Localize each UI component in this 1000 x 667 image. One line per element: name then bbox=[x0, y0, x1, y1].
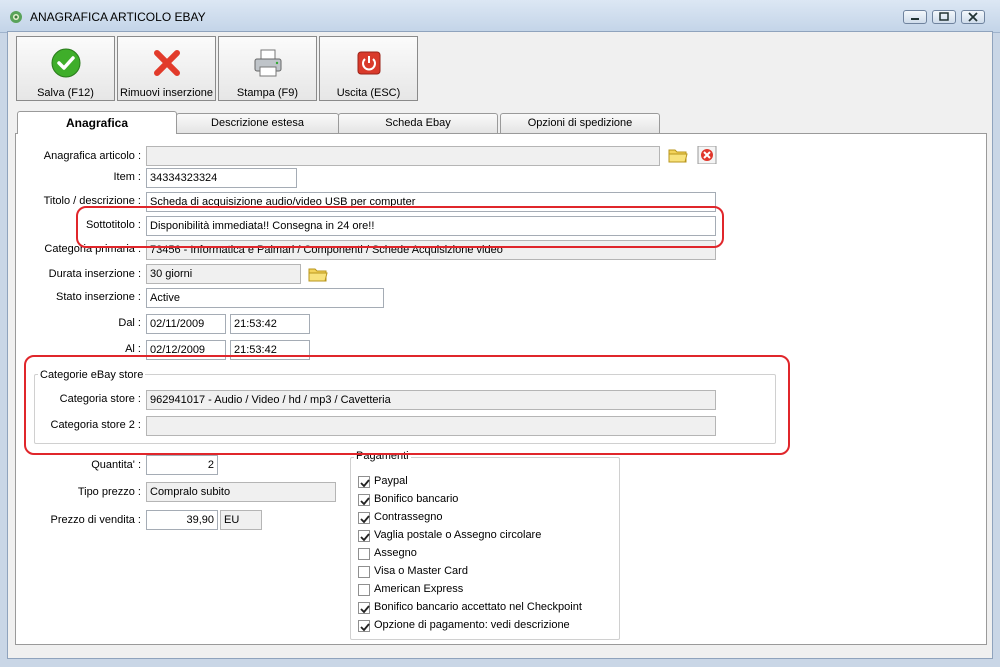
check-mark-icon bbox=[360, 623, 370, 632]
tab-scheda-ebay[interactable]: Scheda Ebay bbox=[338, 113, 498, 133]
highlight-ring-sottotitolo bbox=[76, 206, 724, 248]
payment-checkbox[interactable] bbox=[358, 476, 370, 488]
item-label: Item : bbox=[113, 171, 141, 183]
dal-date-field[interactable]: 02/11/2009 bbox=[146, 314, 226, 334]
valuta-field: EU bbox=[220, 510, 262, 530]
tab-descrizione-estesa[interactable]: Descrizione estesa bbox=[176, 113, 339, 133]
payment-option[interactable]: Contrassegno bbox=[358, 511, 613, 527]
maximize-button[interactable] bbox=[932, 10, 956, 24]
payment-option-label: Visa o Master Card bbox=[374, 565, 468, 577]
payment-checkbox[interactable] bbox=[358, 566, 370, 578]
folder-icon[interactable] bbox=[308, 265, 328, 283]
dal-time-field[interactable]: 21:53:42 bbox=[230, 314, 310, 334]
payment-checkbox[interactable] bbox=[358, 494, 370, 506]
payment-option[interactable]: American Express bbox=[358, 583, 613, 599]
prezzo-vendita-label: Prezzo di vendita : bbox=[50, 514, 142, 526]
payment-option-label: Paypal bbox=[374, 475, 408, 487]
item-field[interactable]: 34334323324 bbox=[146, 168, 297, 188]
maximize-icon bbox=[939, 12, 949, 21]
save-button[interactable]: Salva (F12) bbox=[16, 36, 115, 101]
payment-option[interactable]: Vaglia postale o Assegno circolare bbox=[358, 529, 613, 545]
folder-icon[interactable] bbox=[668, 146, 688, 164]
check-mark-icon bbox=[360, 479, 370, 488]
payment-option[interactable]: Opzione di pagamento: vedi descrizione bbox=[358, 619, 613, 635]
payment-option-label: Vaglia postale o Assegno circolare bbox=[374, 529, 542, 541]
quantita-label: Quantita' : bbox=[91, 459, 141, 471]
tab-anagrafica[interactable]: Anagrafica bbox=[17, 111, 177, 134]
close-button[interactable] bbox=[961, 10, 985, 24]
payment-option[interactable]: Bonifico bancario bbox=[358, 493, 613, 509]
printer-icon bbox=[254, 49, 282, 77]
payment-option[interactable]: Visa o Master Card bbox=[358, 565, 613, 581]
payment-checkbox[interactable] bbox=[358, 548, 370, 560]
check-icon bbox=[51, 48, 81, 78]
tipo-prezzo-label: Tipo prezzo : bbox=[77, 486, 141, 498]
payment-option-label: American Express bbox=[374, 583, 464, 595]
anagrafica-articolo-field[interactable] bbox=[146, 146, 660, 166]
payment-option-label: Assegno bbox=[374, 547, 417, 559]
anagrafica-articolo-label: Anagrafica articolo : bbox=[43, 150, 141, 162]
exit-button[interactable]: Uscita (ESC) bbox=[319, 36, 418, 101]
payment-option-label: Bonifico bancario bbox=[374, 493, 459, 505]
stato-inserzione-label: Stato inserzione : bbox=[56, 291, 141, 303]
remove-x-icon bbox=[154, 50, 180, 76]
payment-checkbox[interactable] bbox=[358, 512, 370, 524]
power-exit-icon bbox=[357, 51, 381, 75]
clear-icon[interactable] bbox=[697, 146, 717, 164]
save-button-label: Salva (F12) bbox=[37, 87, 94, 99]
check-mark-icon bbox=[360, 533, 370, 542]
payment-option-label: Opzione di pagamento: vedi descrizione bbox=[374, 619, 570, 631]
payment-option[interactable]: Bonifico bancario accettato nel Checkpoi… bbox=[358, 601, 613, 617]
prezzo-vendita-field[interactable]: 39,90 bbox=[146, 510, 218, 530]
title-bar: ANAGRAFICA ARTICOLO EBAY bbox=[0, 0, 1000, 33]
quantita-field[interactable]: 2 bbox=[146, 455, 218, 475]
remove-listing-button[interactable]: Rimuovi inserzione bbox=[117, 36, 216, 101]
durata-inserzione-label: Durata inserzione : bbox=[48, 268, 141, 280]
stato-inserzione-field[interactable]: Active bbox=[146, 288, 384, 308]
payment-option-label: Bonifico bancario accettato nel Checkpoi… bbox=[374, 601, 582, 613]
exit-button-label: Uscita (ESC) bbox=[336, 87, 401, 99]
payment-checkbox[interactable] bbox=[358, 602, 370, 614]
minimize-icon bbox=[911, 18, 919, 20]
payment-checkbox[interactable] bbox=[358, 584, 370, 596]
al-label: Al : bbox=[125, 343, 141, 355]
payment-option[interactable]: Paypal bbox=[358, 475, 613, 491]
payment-checkbox[interactable] bbox=[358, 620, 370, 632]
dal-label: Dal : bbox=[118, 317, 141, 329]
payment-option[interactable]: Assegno bbox=[358, 547, 613, 563]
check-mark-icon bbox=[360, 605, 370, 614]
print-button[interactable]: Stampa (F9) bbox=[218, 36, 317, 101]
highlight-ring-ebay-store bbox=[24, 355, 790, 455]
payment-checkbox[interactable] bbox=[358, 530, 370, 542]
remove-listing-label: Rimuovi inserzione bbox=[120, 87, 213, 99]
tipo-prezzo-field[interactable]: Compralo subito bbox=[146, 482, 336, 502]
close-icon bbox=[968, 12, 978, 22]
minimize-button[interactable] bbox=[903, 10, 927, 24]
app-icon bbox=[10, 11, 22, 23]
tab-opzioni-spedizione[interactable]: Opzioni di spedizione bbox=[500, 113, 660, 133]
check-mark-icon bbox=[360, 515, 370, 524]
print-button-label: Stampa (F9) bbox=[236, 87, 299, 99]
check-mark-icon bbox=[360, 497, 370, 506]
payment-option-label: Contrassegno bbox=[374, 511, 443, 523]
window-title: ANAGRAFICA ARTICOLO EBAY bbox=[30, 10, 206, 24]
durata-inserzione-field[interactable]: 30 giorni bbox=[146, 264, 301, 284]
